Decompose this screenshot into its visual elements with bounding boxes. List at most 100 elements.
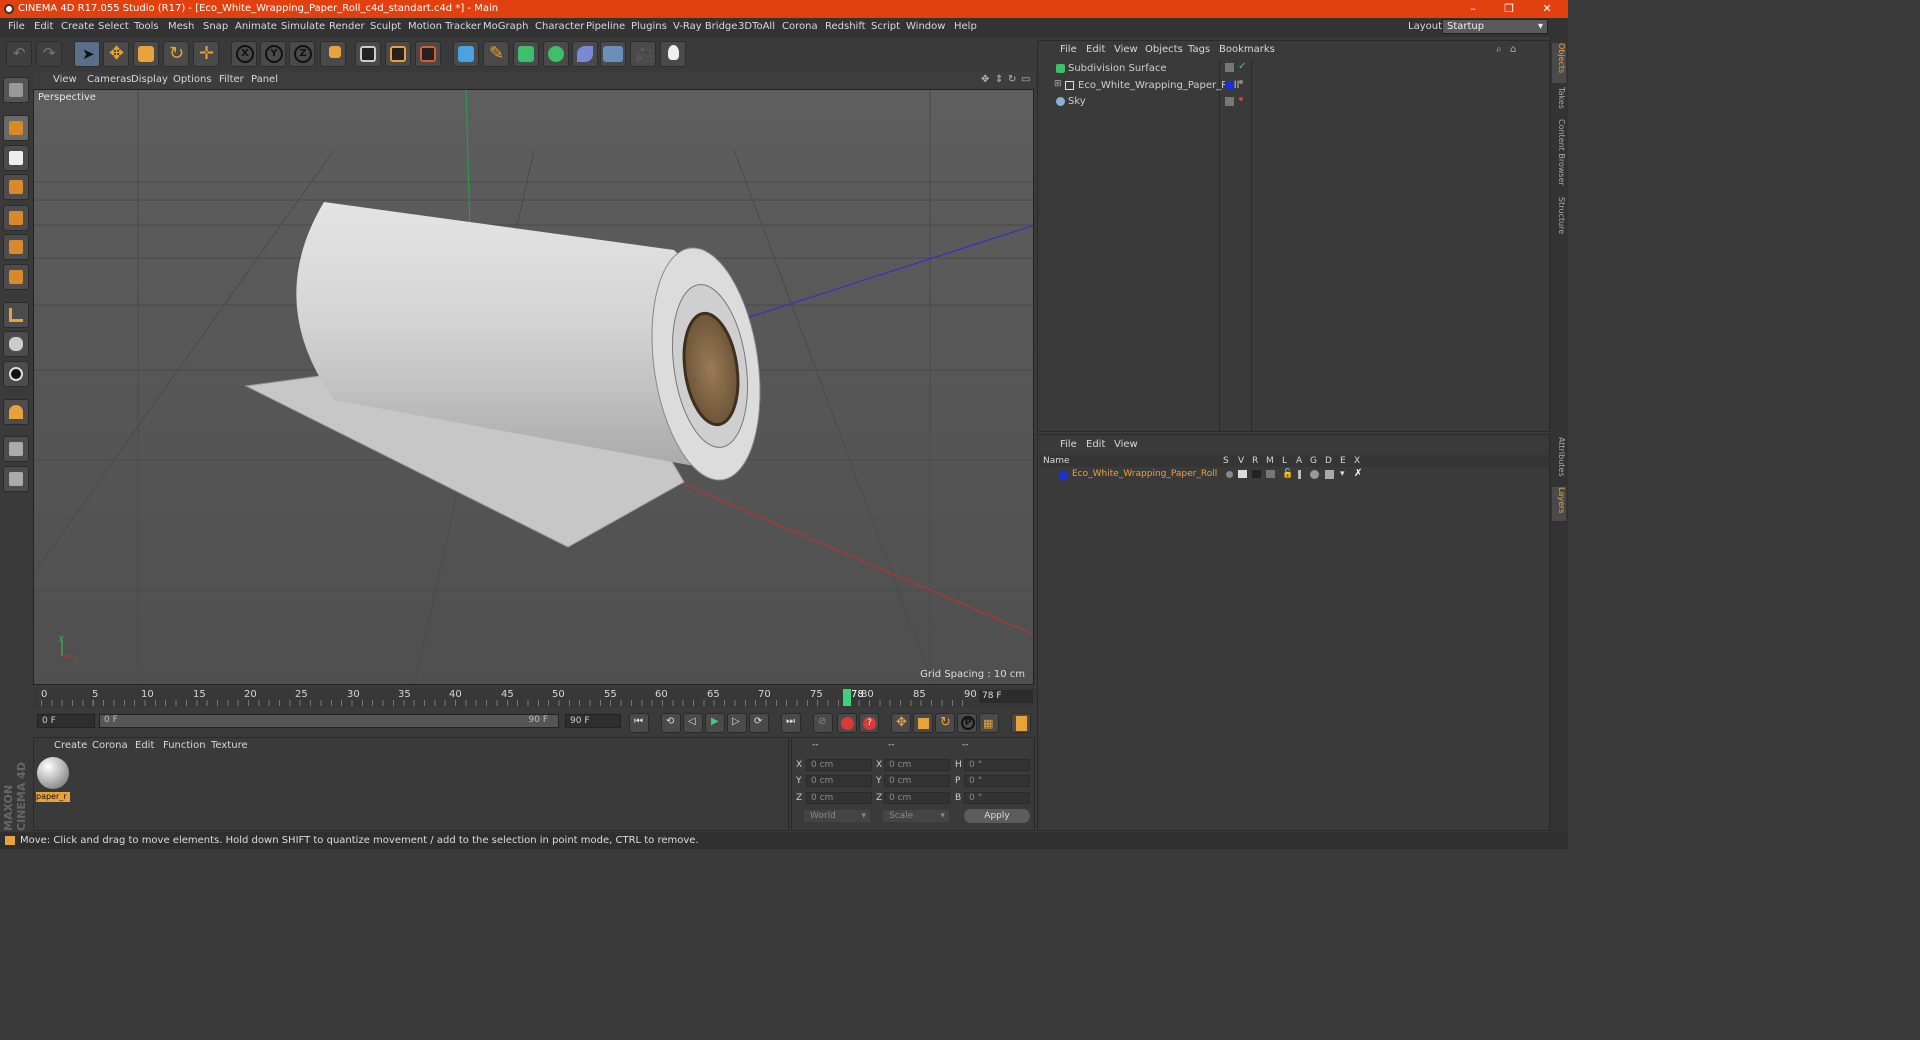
manager-icon[interactable] [1266,470,1275,478]
vp-maximize-icon[interactable]: ▭ [1021,74,1030,85]
menu-mesh[interactable]: Mesh [168,21,194,32]
object-row-subdivision[interactable]: Subdivision Surface ✓ [1040,61,1549,77]
redo-button[interactable]: ↷ [36,41,62,67]
col-manager[interactable]: M [1266,456,1274,466]
key-parameter-button[interactable]: P [957,713,977,733]
col-expressions[interactable]: E [1340,456,1346,466]
render-settings-button[interactable] [415,41,441,67]
material-swatch[interactable]: paper_r [36,757,70,802]
coord-system-dropdown[interactable]: World ▾ [804,810,870,822]
record-keys-button[interactable]: ⊘ [813,713,833,733]
mat-menu-function[interactable]: Function [163,740,206,751]
menu-edit[interactable]: Edit [34,21,53,32]
visibility-toggle[interactable] [1225,63,1234,72]
go-to-end-button[interactable]: ⏭ [781,713,801,733]
add-deformer-button[interactable] [572,41,598,67]
size-y-field[interactable]: 0 cm [884,775,950,787]
enabled-checkmark-icon[interactable]: ✓ [1238,61,1246,72]
range-slider[interactable]: 0 F 90 F [99,714,559,728]
lock-icon[interactable]: 🔓 [1282,469,1293,479]
minimize-button[interactable]: – [1458,0,1488,18]
make-editable-button[interactable] [3,77,29,103]
y-axis-lock-button[interactable]: Y [260,41,286,67]
texture-mode-button[interactable] [3,145,29,171]
menu-snap[interactable]: Snap [203,21,228,32]
scale-tool-button[interactable] [133,41,159,67]
tab-content-browser[interactable]: Content Browser [1552,119,1566,186]
menu-select[interactable]: Select [98,21,129,32]
obj-menu-tags[interactable]: Tags [1188,44,1210,55]
key-pla-button[interactable]: ▦ [979,713,999,733]
menu-animate[interactable]: Animate [235,21,277,32]
layer-menu-edit[interactable]: Edit [1086,439,1105,450]
current-frame-field[interactable]: 78 F [979,690,1033,703]
vp-menu-filter[interactable]: Filter [219,74,244,85]
menu-create[interactable]: Create [61,21,94,32]
menu-simulate[interactable]: Simulate [281,21,325,32]
model-mode-button[interactable] [3,115,29,141]
position-y-field[interactable]: 0 cm [806,775,872,787]
live-selection-button[interactable]: ➤ [74,41,100,67]
add-environment-button[interactable] [600,41,626,67]
add-cloner-button[interactable] [543,41,569,67]
object-row-sky[interactable]: Sky [1040,94,1549,110]
view-eye-icon[interactable] [1238,470,1247,478]
autokey-button[interactable] [837,713,857,733]
next-frame-button[interactable]: ▷ [727,713,747,733]
go-to-start-button[interactable]: ⏮ [629,713,649,733]
add-camera-button[interactable]: 🎥 [630,41,656,67]
rotate-tool-button[interactable]: ↻ [163,41,189,67]
expressions-icon[interactable]: ▾ [1340,469,1345,479]
points-mode-button[interactable] [3,205,29,231]
vp-menu-panel[interactable]: Panel [251,74,278,85]
render-dot-icon[interactable] [1239,97,1243,101]
render-clapper-icon[interactable] [1252,470,1261,478]
search-icon[interactable]: ⌕ [1496,44,1502,55]
expand-icon[interactable]: ⊞ [1054,79,1062,89]
add-nurbs-button[interactable] [513,41,539,67]
vp-menu-display[interactable]: Display [131,74,168,85]
key-rotation-button[interactable]: ↻ [935,713,955,733]
timeline-layout-button[interactable] [1011,713,1031,733]
magnet-tool-button[interactable] [3,399,29,425]
tweak-mode-button[interactable] [3,331,29,357]
col-animation[interactable]: A [1296,456,1302,466]
col-solo[interactable]: S [1223,456,1229,466]
add-light-button[interactable] [660,41,686,67]
obj-menu-bookmarks[interactable]: Bookmarks [1219,44,1275,55]
tab-attributes[interactable]: Attributes [1552,437,1566,477]
coordinate-system-button[interactable] [320,41,346,67]
edges-mode-button[interactable] [3,234,29,260]
menu-mograph[interactable]: MoGraph [483,21,528,32]
menu-window[interactable]: Window [906,21,945,32]
end-frame-field[interactable]: 90 F [565,714,621,728]
polygons-mode-button[interactable] [3,264,29,290]
keyframe-selection-button[interactable]: ? [859,713,879,733]
layer-row[interactable]: Eco_White_Wrapping_Paper_Roll 🔓 ▾ ✗ [1040,468,1549,482]
perspective-viewport[interactable]: yz Perspective Grid Spacing : 10 cm [33,89,1034,685]
render-picture-viewer-button[interactable] [385,41,411,67]
start-frame-field[interactable]: 0 F [37,714,95,728]
object-row-paper-roll[interactable]: ⊞ Eco_White_Wrapping_Paper_Roll [1040,78,1549,94]
next-key-button[interactable]: ⟳ [749,713,769,733]
vp-menu-cameras[interactable]: Cameras [87,74,131,85]
menu-character[interactable]: Character [535,21,584,32]
position-x-field[interactable]: 0 cm [806,759,872,771]
key-scale-button[interactable] [913,713,933,733]
undo-button[interactable]: ↶ [6,41,32,67]
snap-button[interactable] [3,361,29,387]
rotation-h-field[interactable]: 0 ° [964,759,1030,771]
vp-menu-view[interactable]: View [53,74,77,85]
col-locked[interactable]: L [1282,456,1287,466]
xref-icon[interactable]: ✗ [1354,468,1362,479]
col-deformers[interactable]: D [1325,456,1332,466]
home-icon[interactable]: ⌂ [1510,44,1516,55]
menu-sculpt[interactable]: Sculpt [370,21,401,32]
size-z-field[interactable]: 0 cm [884,792,950,804]
menu-help[interactable]: Help [954,21,977,32]
previous-frame-button[interactable]: ◁ [683,713,703,733]
planar-workplane-button[interactable] [3,466,29,492]
col-generators[interactable]: G [1310,456,1317,466]
menu-redshift[interactable]: Redshift [825,21,866,32]
layer-menu-file[interactable]: File [1060,439,1077,450]
